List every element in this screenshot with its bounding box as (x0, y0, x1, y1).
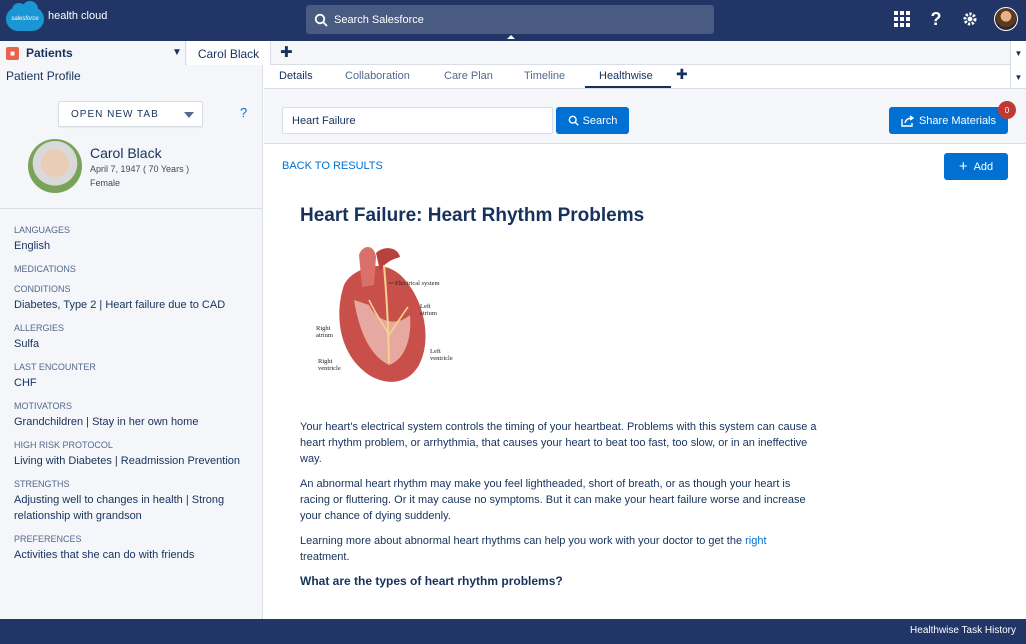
logo-text: salesforce (11, 16, 39, 22)
help-icon[interactable]: ? (240, 105, 247, 120)
field-last-encounter: LAST ENCOUNTER CHF (14, 362, 254, 391)
open-new-tab-button[interactable]: OPEN NEW TAB (58, 101, 203, 127)
caret-up-icon (507, 35, 515, 39)
field-label: MEDICATIONS (14, 264, 76, 274)
field-value: English (14, 240, 51, 252)
workspace-tab-bar: ■ Patients ▼ Carol Black ✚ ▼ (0, 41, 1026, 66)
tab-carol-black[interactable]: Carol Black (187, 41, 271, 66)
label-electrical-system: Electrical system (395, 280, 440, 287)
open-new-tab-label: OPEN NEW TAB (71, 108, 159, 120)
article-paragraph: Your heart's electrical system controls … (300, 421, 817, 465)
tab-timeline[interactable]: Timeline (524, 70, 565, 82)
active-tab-indicator (585, 86, 671, 88)
user-avatar[interactable] (994, 7, 1018, 31)
heart-diagram: Electrical system Left atrium Right atrium… (316, 247, 453, 382)
healthwise-search-input[interactable] (282, 107, 553, 134)
article-paragraph: Learning more about abnormal heart rhyth… (300, 533, 820, 565)
field-value: Living with Diabetes | Readmission Preve… (14, 455, 241, 467)
search-button-label: Search (582, 114, 618, 127)
patient-photo (28, 139, 82, 193)
tab-details[interactable]: Details (279, 70, 313, 82)
tab-collaboration[interactable]: Collaboration (345, 70, 410, 82)
app-name: health cloud (48, 10, 108, 22)
tab-healthwise[interactable]: Healthwise (599, 70, 653, 82)
share-materials-button[interactable]: Share Materials (889, 107, 1008, 134)
plus-icon: + (958, 158, 968, 175)
field-label: CONDITIONS (14, 284, 71, 294)
label-right-ventricle: Right ventricle (318, 358, 341, 372)
healthwise-task-history-button[interactable]: Healthwise Task History (910, 625, 1016, 636)
field-label: LANGUAGES (14, 225, 71, 235)
dropdown-arrow-icon (184, 112, 194, 118)
patient-profile-sidebar: Patient Profile OPEN NEW TAB ? Carol Bla… (0, 65, 263, 619)
utility-bar: Healthwise Task History (0, 619, 1026, 644)
add-button-label: Add (973, 160, 994, 173)
field-languages: LANGUAGES English (14, 225, 254, 254)
field-high-risk-protocol: HIGH RISK PROTOCOL Living with Diabetes |… (14, 440, 254, 469)
article-title: Heart Failure: Heart Rhythm Problems (300, 205, 645, 226)
label-left-ventricle: Left ventricle (430, 348, 453, 362)
patient-fields: LANGUAGES English MEDICATIONS CONDITIONS D… (14, 225, 254, 573)
chevron-down-icon[interactable]: ▼ (1010, 41, 1026, 65)
field-label: ALLERGIES (14, 323, 65, 333)
field-value: Grandchildren | Stay in her own home (14, 416, 199, 428)
field-motivators: MOTIVATORS Grandchildren | Stay in her ow… (14, 401, 254, 430)
patient-sex: Female (90, 178, 121, 188)
article-subheading: What are the types of heart rhythm probl… (300, 574, 563, 588)
field-label: LAST ENCOUNTER (14, 362, 96, 372)
healthwise-search-button[interactable]: Search (556, 107, 629, 134)
label-right-atrium: Right atrium (316, 325, 333, 339)
gear-icon[interactable] (960, 9, 980, 29)
share-materials-label: Share Materials (918, 114, 997, 127)
article-paragraph: An abnormal heart rhythm may make you fe… (300, 478, 806, 522)
field-medications: MEDICATIONS (14, 264, 254, 274)
field-allergies: ALLERGIES Sulfa (14, 323, 254, 352)
add-tab-icon[interactable]: ✚ (280, 43, 293, 61)
field-value: Activities that she can do with friends (14, 549, 195, 561)
paragraph-text: Learning more about abnormal heart rhyth… (300, 535, 746, 547)
tab-patients-label: Patients (26, 46, 73, 60)
share-icon (901, 114, 914, 127)
field-label: MOTIVATORS (14, 401, 73, 411)
search-icon (568, 115, 579, 126)
global-header: salesforce health cloud Search Salesforc… (0, 0, 1026, 41)
app-logo[interactable]: salesforce health cloud (6, 1, 108, 31)
help-icon[interactable]: ? (926, 9, 946, 29)
field-value: Diabetes, Type 2 | Heart failure due to … (14, 299, 226, 311)
patient-dob: April 7, 1947 ( 70 Years ) (90, 164, 190, 174)
patients-icon: ■ (6, 46, 19, 60)
chevron-down-icon[interactable]: ▼ (172, 47, 182, 58)
back-to-results-link[interactable]: BACK TO RESULTS (282, 160, 383, 172)
chevron-down-icon[interactable]: ▼ (1010, 65, 1026, 89)
field-value: Sulfa (14, 338, 40, 350)
field-strengths: STRENGTHS Adjusting well to changes in he… (14, 479, 254, 524)
divider (0, 208, 262, 209)
field-preferences: PREFERENCES Activities that she can do wi… (14, 534, 254, 563)
field-label: PREFERENCES (14, 534, 82, 544)
field-conditions: CONDITIONS Diabetes, Type 2 | Heart failu… (14, 284, 254, 313)
paragraph-text: treatment. (300, 551, 350, 563)
field-label: HIGH RISK PROTOCOL (14, 440, 113, 450)
global-search-input[interactable]: Search Salesforce (306, 5, 714, 34)
app-launcher-icon[interactable] (892, 9, 912, 29)
field-value: CHF (14, 377, 37, 389)
add-subtab-icon[interactable]: ✚ (676, 66, 688, 83)
salesforce-cloud-icon: salesforce (6, 1, 44, 31)
share-count-badge: 0 (998, 101, 1016, 119)
search-placeholder: Search Salesforce (334, 13, 424, 26)
tab-care-plan[interactable]: Care Plan (444, 70, 493, 82)
patient-name: Carol Black (90, 145, 162, 161)
label-left-atrium: Left atrium (420, 303, 437, 317)
field-value: Adjusting well to changes in health | St… (14, 494, 225, 522)
field-label: STRENGTHS (14, 479, 70, 489)
search-icon (314, 13, 328, 27)
right-link[interactable]: right (745, 535, 766, 547)
article-body: Your heart's electrical system controls … (300, 419, 820, 574)
sidebar-title: Patient Profile (6, 69, 81, 83)
tab-patients[interactable]: ■ Patients ▼ (0, 41, 186, 65)
article: Heart Failure: Heart Rhythm Problems (300, 205, 820, 227)
add-button[interactable]: + Add (944, 153, 1008, 180)
